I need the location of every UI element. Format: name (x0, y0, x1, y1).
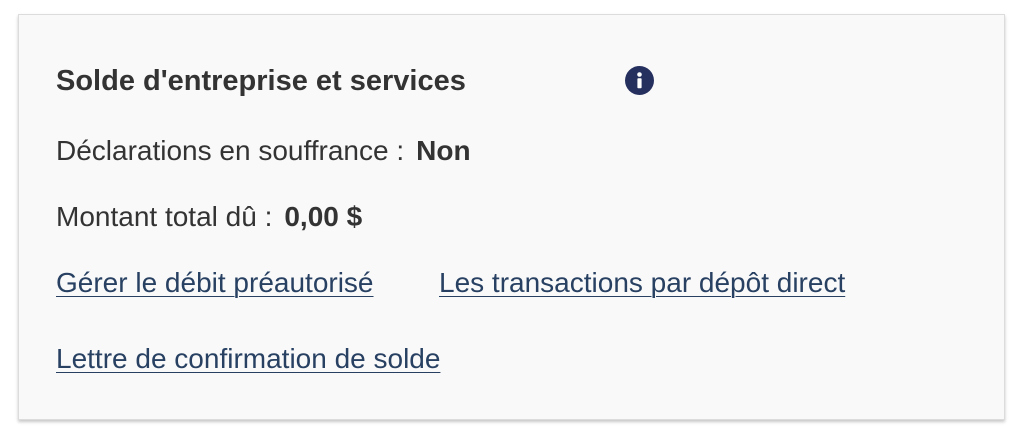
info-icon[interactable] (625, 66, 654, 95)
total-due-label: Montant total dû : (56, 201, 273, 232)
total-due-value: 0,00 $ (284, 201, 363, 232)
overdue-returns-value: Non (416, 135, 471, 166)
balance-confirmation-letter-link[interactable]: Lettre de confirmation de solde (56, 342, 440, 376)
direct-deposit-transactions-link[interactable]: Les transactions par dépôt direct (439, 266, 845, 300)
overdue-returns-label: Déclarations en souffrance : (56, 135, 405, 166)
overdue-returns-row: Déclarations en souffrance : Non (56, 134, 471, 168)
manage-preauthorized-debit-link[interactable]: Gérer le débit préautorisé (56, 266, 374, 300)
card-title: Solde d'entreprise et services (56, 65, 466, 97)
total-due-row: Montant total dû : 0,00 $ (56, 200, 362, 234)
balance-card: Solde d'entreprise et services Déclarati… (18, 14, 1005, 420)
